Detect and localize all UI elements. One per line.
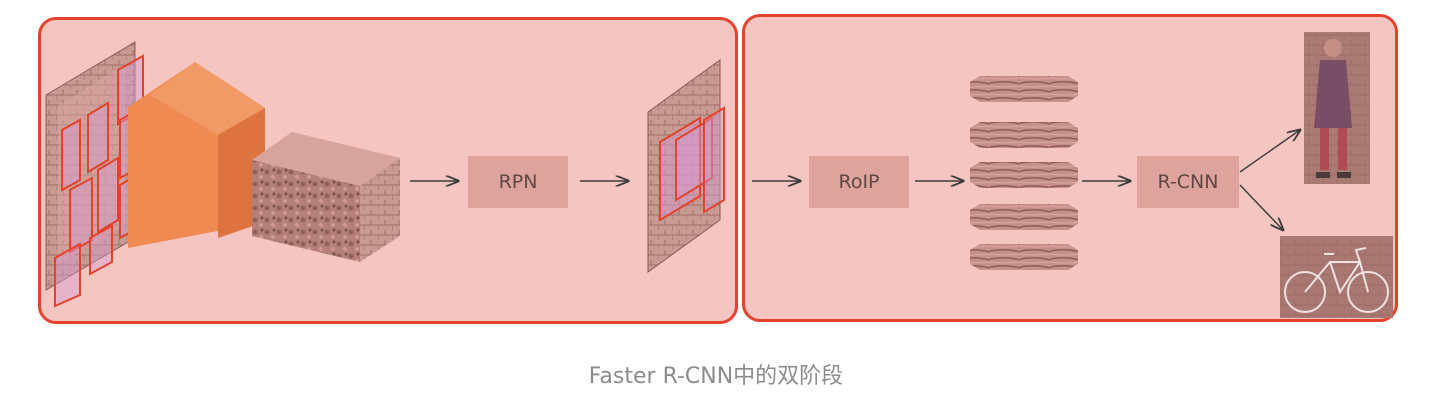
arrow-rcnn-to-person — [1239, 130, 1300, 173]
roi-feature-4 — [970, 204, 1078, 230]
roip-node: RoIP — [809, 156, 909, 208]
roi-feature-1 — [970, 76, 1078, 102]
roi-feature-stack — [970, 76, 1078, 270]
roi-feature-2 — [970, 122, 1078, 148]
arrow-rcnn-to-bicycle — [1239, 184, 1283, 230]
rcnn-node: R-CNN — [1137, 156, 1239, 208]
diagram-stage: RPN RoIP R-CNN — [0, 0, 1432, 340]
figure-caption: Faster R-CNN中的双阶段 — [588, 364, 844, 389]
roi-feature-5 — [970, 244, 1078, 270]
cnn-block — [128, 62, 265, 248]
roi-feature-3 — [970, 162, 1078, 188]
feature-map — [252, 132, 400, 262]
rpn-node: RPN — [468, 156, 568, 208]
proposal-image — [647, 59, 725, 273]
output-bicycle-image — [1280, 236, 1393, 318]
output-person-image — [1304, 32, 1370, 184]
